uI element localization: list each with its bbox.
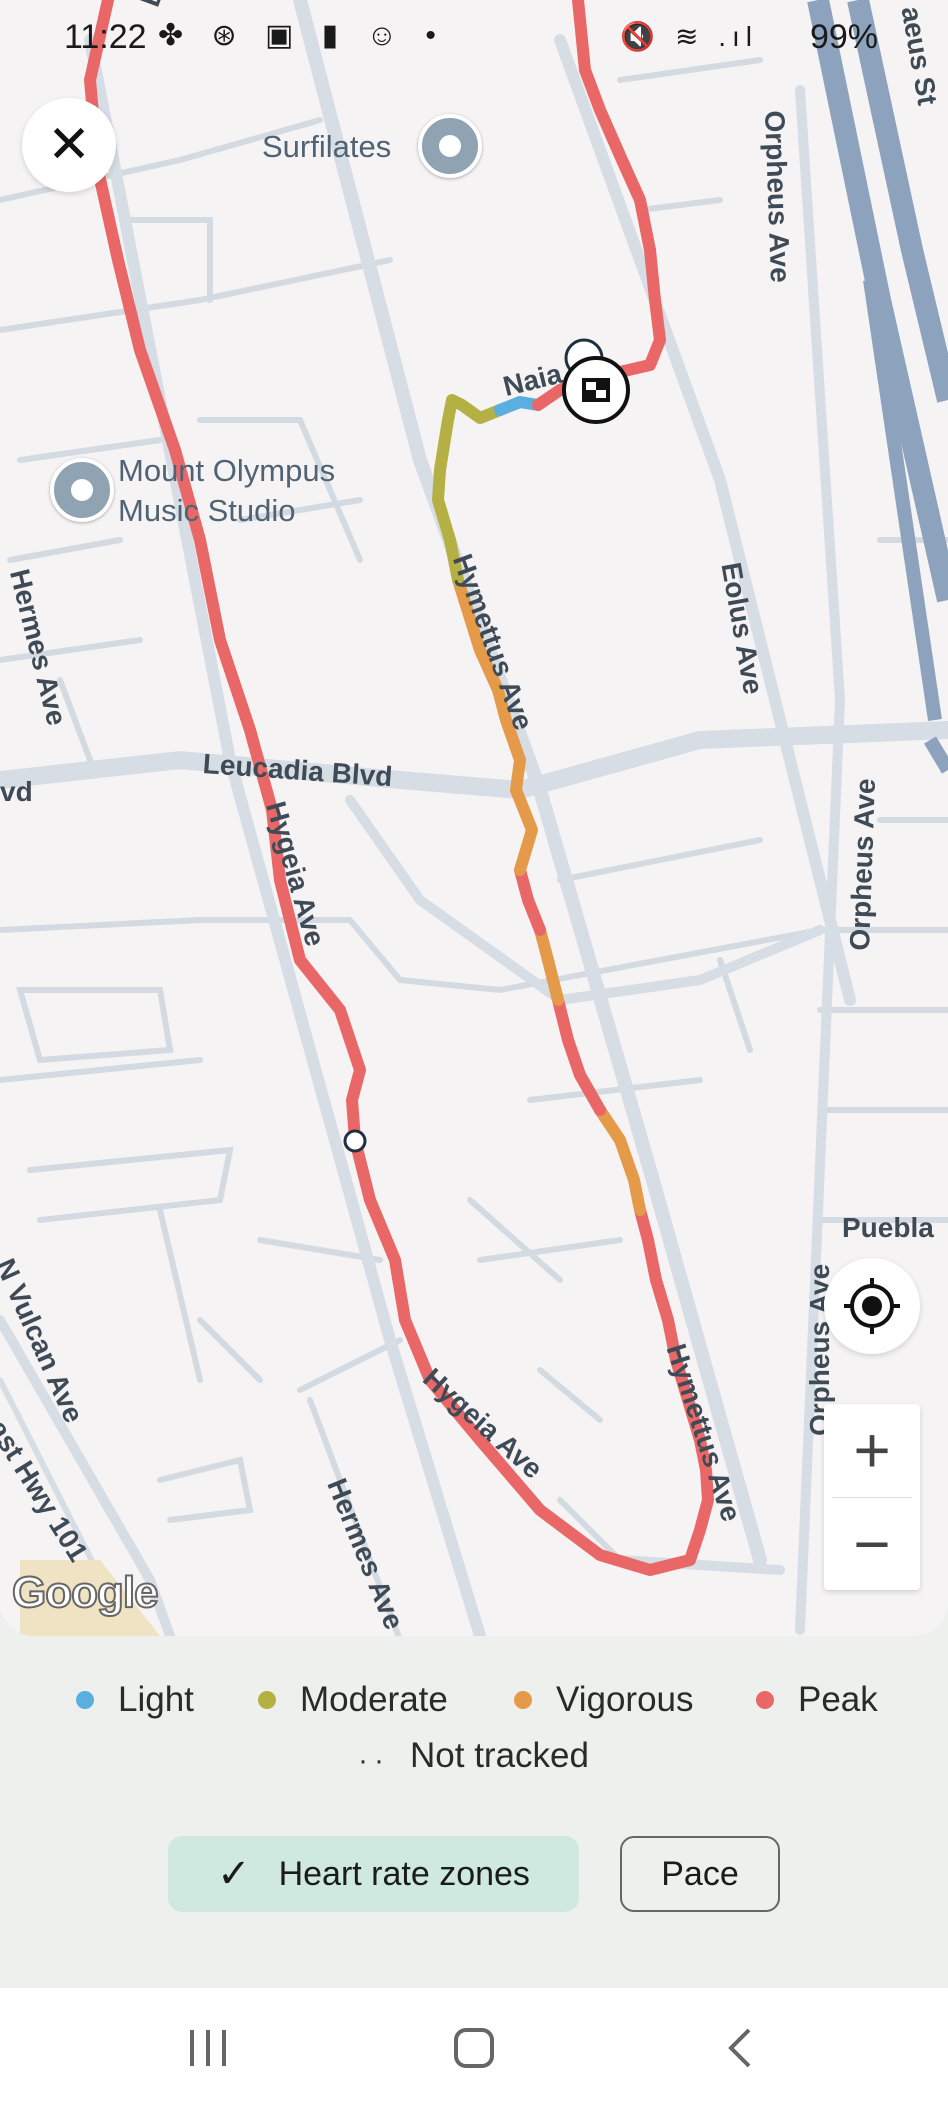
google-attribution: Google [11,1567,160,1618]
recent-apps-button[interactable] [168,2016,248,2080]
back-button[interactable] [700,2016,780,2080]
legend-label: Vigorous [556,1680,694,1719]
zoom-out-button[interactable]: − [824,1498,920,1590]
legend-dot-icon [756,1691,774,1709]
school-pin-icon[interactable] [50,458,114,522]
zoom-controls: + − [824,1404,920,1590]
not-tracked-dots-icon: ·· [358,1744,390,1777]
check-icon: ✓ [217,1852,251,1896]
battery-level: 99% [809,18,878,56]
legend-not-tracked: Not tracked [410,1736,589,1775]
zoom-in-button[interactable]: + [824,1404,920,1496]
home-button[interactable] [434,2016,514,2080]
crosshair-icon [844,1278,900,1334]
heart-rate-zones-label: Heart rate zones [278,1854,530,1893]
place-music-studio-line1[interactable]: Mount Olympus [118,452,335,490]
street-label: Orpheus Ave [844,777,881,952]
place-surfilates[interactable]: Surfilates [262,128,391,166]
place-music-studio-line2[interactable]: Music Studio [118,492,295,530]
legend-item-moderate: Moderate [258,1680,448,1720]
my-location-button[interactable] [824,1258,920,1354]
back-icon [728,2028,751,2068]
legend-label: Light [118,1680,194,1719]
legend-dot-icon [258,1691,276,1709]
status-bar: 11:22 ✤ ⊛ ▣ ▮ ☺ • 🔇 ≋ .ıl 99% [0,0,948,80]
street-label: Orpheus Ave [759,110,797,284]
status-time: 11:22 [64,18,147,56]
legend-item-peak: Peak [756,1680,878,1720]
legend-item-vigorous: Vigorous [514,1680,694,1720]
pace-label: Pace [661,1854,739,1893]
legend-dot-icon [76,1691,94,1709]
heart-rate-zones-toggle[interactable]: ✓ Heart rate zones [168,1836,579,1912]
close-icon: ✕ [47,116,91,174]
recent-apps-icon [190,2030,226,2066]
pace-toggle[interactable]: Pace [620,1836,780,1912]
signal-icons: 🔇 ≋ .ıl [620,21,758,52]
legend-dot-icon [514,1691,532,1709]
street-label: vd [0,776,33,807]
legend-label: Peak [798,1680,878,1719]
close-button[interactable]: ✕ [22,98,116,192]
home-icon [454,2028,494,2068]
system-nav-bar [0,1988,948,2108]
legend-label: Moderate [300,1680,448,1719]
place-pin-icon[interactable] [418,114,482,178]
notification-icons: ✤ ⊛ ▣ ▮ ☺ • [158,19,446,52]
legend-item-light: Light [76,1680,194,1720]
route-map[interactable]: 11:22 ✤ ⊛ ▣ ▮ ☺ • 🔇 ≋ .ıl 99% ✕ Surfilat… [0,0,948,1636]
street-label: Puebla [842,1212,934,1243]
